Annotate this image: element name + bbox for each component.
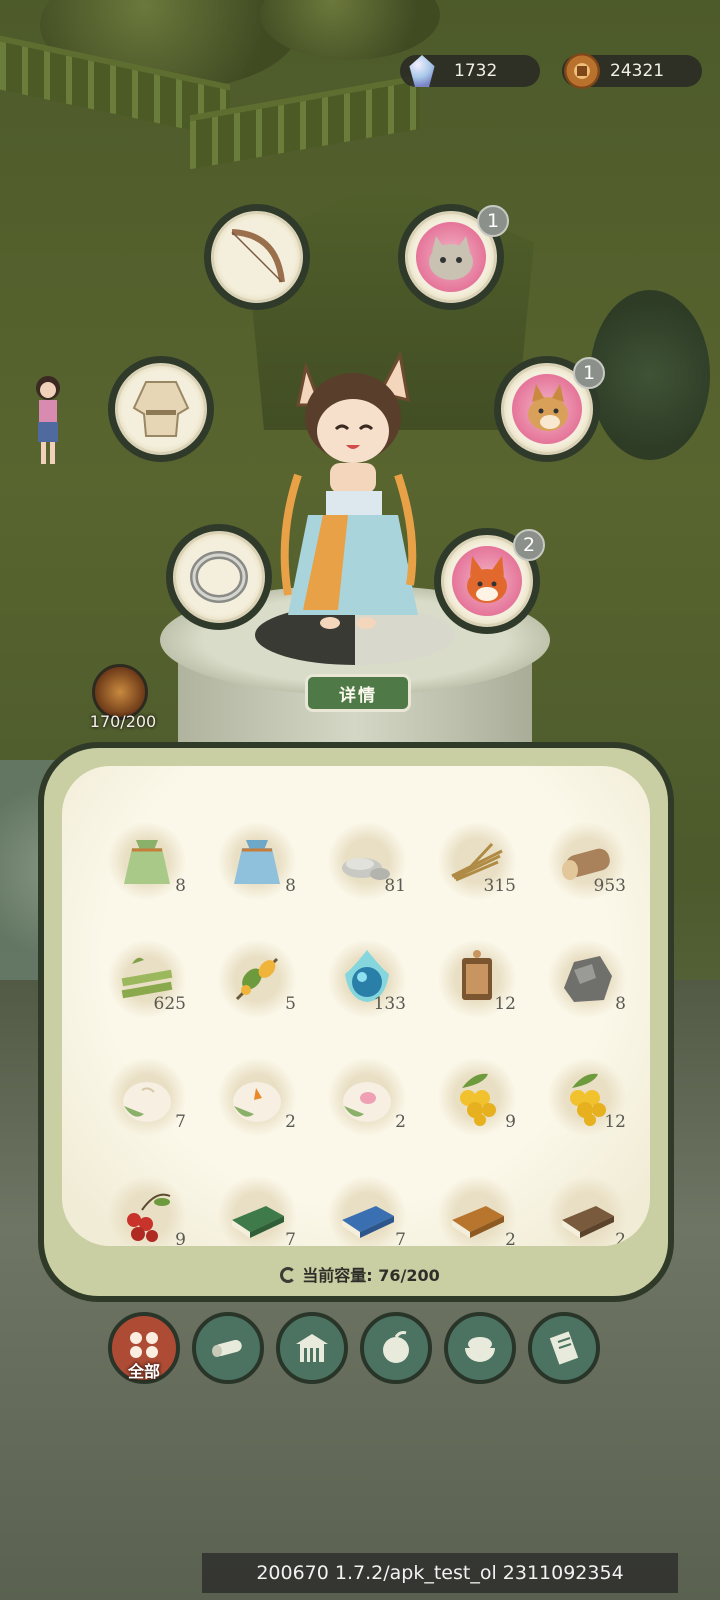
fox-icon xyxy=(467,556,507,603)
capacity-indicator: 当前容量: 76/200 xyxy=(0,1262,720,1286)
gem-amount: 1732 xyxy=(454,61,498,81)
fruit-icon xyxy=(383,1331,409,1363)
item-count: 133 xyxy=(373,994,406,1014)
capacity-label: 当前容量: xyxy=(302,1266,373,1285)
inventory-grid: 8 8 81 315 953 625 5 133 12 8 7 2 2 9 12 9 7 7 2 2 xyxy=(94,808,640,1246)
bow-icon xyxy=(231,229,285,283)
inventory-item[interactable]: 133 xyxy=(314,926,420,1044)
inventory-item[interactable]: 625 xyxy=(94,926,200,1044)
tab-food[interactable] xyxy=(444,1312,516,1384)
cat-pet-badge: 1 xyxy=(477,205,509,237)
cat-pet-slot[interactable]: 1 xyxy=(398,204,509,310)
item-count: 9 xyxy=(175,1230,186,1246)
item-count: 81 xyxy=(384,876,406,896)
tab-all[interactable]: 全部 xyxy=(108,1312,180,1384)
ore-icon xyxy=(564,956,612,1002)
tab-fruit[interactable] xyxy=(360,1312,432,1384)
inventory-item[interactable]: 7 xyxy=(94,1044,200,1162)
building-icon xyxy=(296,1334,328,1362)
dog-icon xyxy=(528,384,568,431)
item-count: 2 xyxy=(615,1230,626,1246)
item-count: 2 xyxy=(395,1112,406,1132)
tab-building[interactable] xyxy=(276,1312,348,1384)
bow-slot[interactable] xyxy=(204,204,310,310)
herb-icon xyxy=(235,957,279,1001)
inventory-item[interactable]: 7 xyxy=(314,1162,420,1246)
item-count: 8 xyxy=(285,876,296,896)
fox-pet-badge: 2 xyxy=(513,529,545,561)
dog-pet-badge: 1 xyxy=(573,357,605,389)
inventory-item[interactable]: 12 xyxy=(424,926,530,1044)
bun-orange-icon xyxy=(233,1082,281,1122)
item-count: 9 xyxy=(505,1112,516,1132)
item-count: 12 xyxy=(494,994,516,1014)
item-count: 7 xyxy=(395,1230,406,1246)
robe-slot[interactable] xyxy=(108,356,214,462)
inventory-item[interactable]: 8 xyxy=(534,926,640,1044)
capacity-icon xyxy=(280,1267,297,1283)
coin-icon xyxy=(564,53,600,89)
item-count: 8 xyxy=(175,876,186,896)
inventory-item[interactable]: 2 xyxy=(534,1162,640,1246)
level-counter: 170/200 xyxy=(89,712,157,731)
dog-pet-slot[interactable]: 1 xyxy=(494,356,605,462)
detail-button[interactable]: 详情 xyxy=(305,674,411,712)
orange-book-icon xyxy=(452,1206,504,1238)
item-count: 2 xyxy=(285,1112,296,1132)
yellow-berries-icon xyxy=(460,1073,496,1126)
item-count: 12 xyxy=(604,1112,626,1132)
food-bowl-icon xyxy=(465,1337,495,1362)
item-count: 8 xyxy=(615,994,626,1014)
inventory-item[interactable]: 5 xyxy=(204,926,310,1044)
gem-icon xyxy=(409,55,435,87)
inventory-panel: 8 8 81 315 953 625 5 133 12 8 7 2 2 9 12 9 7 7 2 2 xyxy=(38,742,674,1302)
green-pouch-icon xyxy=(124,840,170,884)
category-tabs: 全部 xyxy=(108,1312,600,1384)
bun-pink-icon xyxy=(343,1082,391,1122)
gem-counter[interactable]: 1732 xyxy=(400,55,540,87)
character-portrait[interactable] xyxy=(268,345,428,635)
inventory-item[interactable]: 12 xyxy=(534,1044,640,1162)
item-count: 5 xyxy=(285,994,296,1014)
coin-amount: 24321 xyxy=(610,61,665,81)
wood-icon xyxy=(212,1339,242,1357)
item-count: 315 xyxy=(483,876,516,896)
red-berries-icon xyxy=(127,1193,171,1242)
inventory-item[interactable]: 81 xyxy=(314,808,420,926)
cat-icon xyxy=(429,236,473,280)
brown-book-icon xyxy=(562,1206,614,1238)
inventory-scroll-area[interactable]: 8 8 81 315 953 625 5 133 12 8 7 2 2 9 12 9 7 7 2 2 xyxy=(62,766,650,1246)
blue-pouch-icon xyxy=(234,840,280,884)
item-count: 953 xyxy=(593,876,626,896)
villager-girl[interactable] xyxy=(30,372,66,468)
fox-pet-slot[interactable]: 2 xyxy=(434,528,545,634)
inventory-item[interactable]: 8 xyxy=(94,808,200,926)
item-count: 2 xyxy=(505,1230,516,1246)
inventory-item[interactable]: 2 xyxy=(424,1162,530,1246)
ring-slot[interactable] xyxy=(166,524,272,630)
inventory-item[interactable]: 9 xyxy=(424,1044,530,1162)
green-book-icon xyxy=(232,1206,284,1238)
inventory-item[interactable]: 953 xyxy=(534,808,640,926)
coin-counter[interactable]: 24321 xyxy=(562,53,702,89)
blue-book-icon xyxy=(342,1206,394,1238)
robe-icon xyxy=(132,381,190,437)
scroll-icon xyxy=(549,1331,579,1365)
item-count: 625 xyxy=(153,994,186,1014)
capacity-value: 76/200 xyxy=(378,1266,440,1285)
inventory-item[interactable]: 7 xyxy=(204,1162,310,1246)
inventory-item[interactable]: 2 xyxy=(314,1044,420,1162)
inventory-item[interactable]: 315 xyxy=(424,808,530,926)
inventory-item[interactable]: 2 xyxy=(204,1044,310,1162)
tab-wood[interactable] xyxy=(192,1312,264,1384)
inventory-item[interactable]: 9 xyxy=(94,1162,200,1246)
tab-all-label: 全部 xyxy=(127,1362,160,1381)
bun-icon xyxy=(123,1082,171,1122)
item-count: 7 xyxy=(285,1230,296,1246)
version-label: 200670 1.7.2/apk_test_ol 2311092354 xyxy=(202,1553,678,1593)
item-count: 7 xyxy=(175,1112,186,1132)
ring-icon xyxy=(190,551,248,603)
tab-scroll[interactable] xyxy=(528,1312,600,1384)
inventory-item[interactable]: 8 xyxy=(204,808,310,926)
